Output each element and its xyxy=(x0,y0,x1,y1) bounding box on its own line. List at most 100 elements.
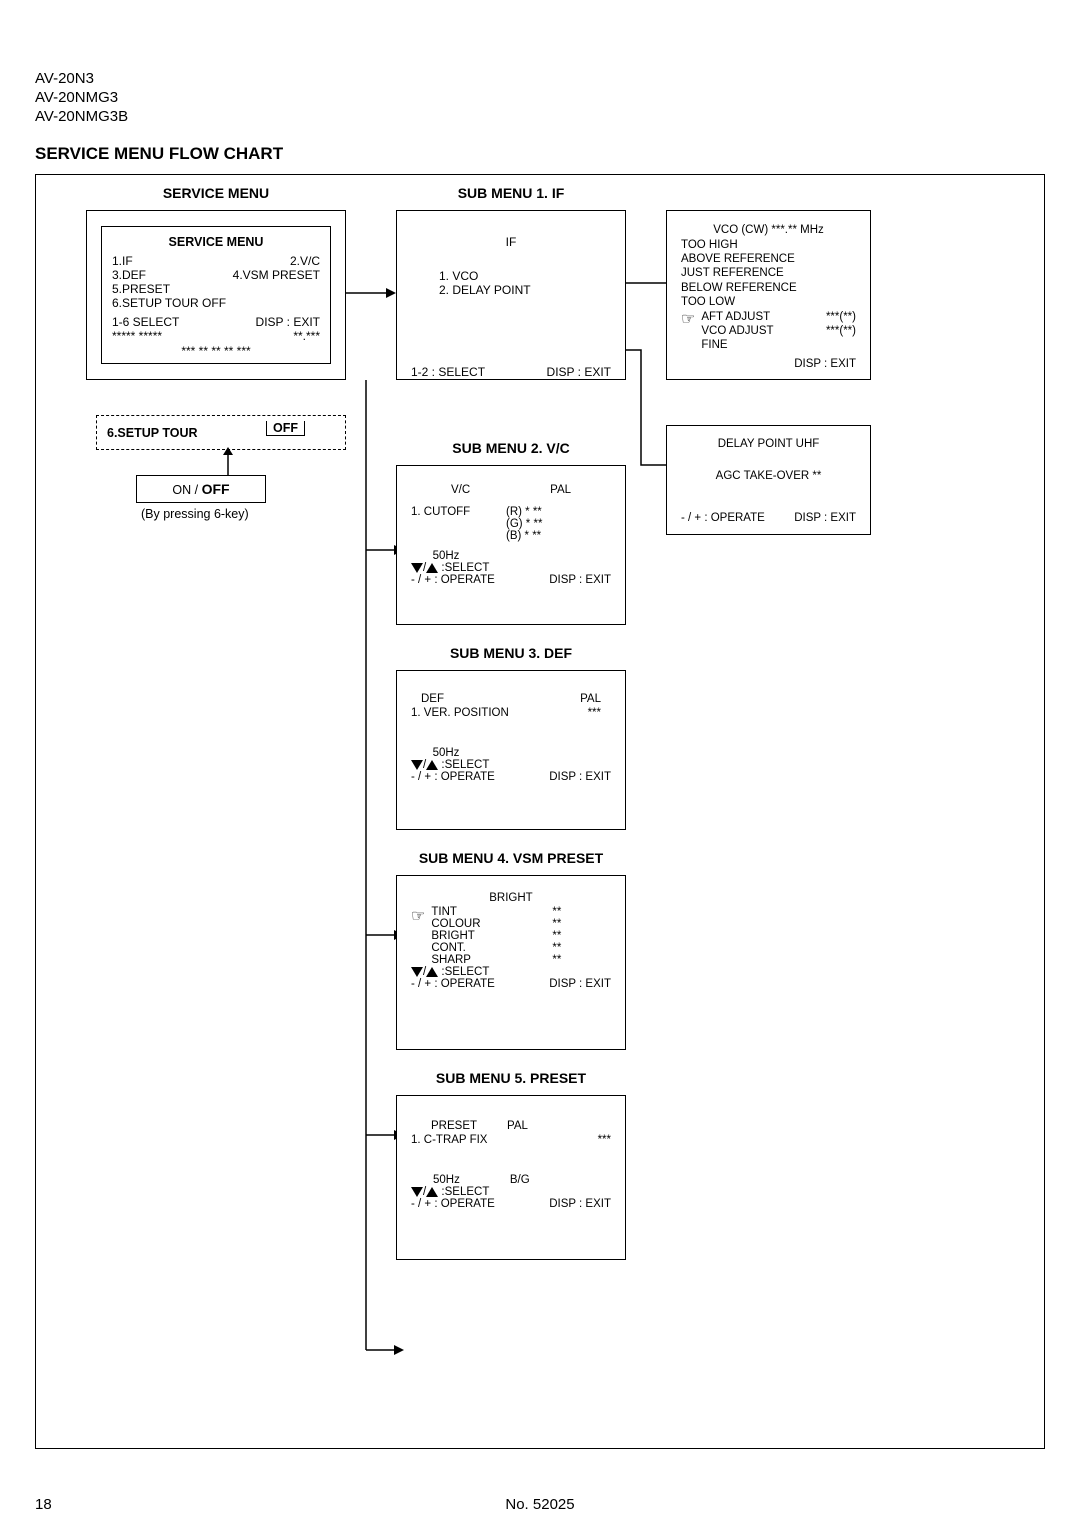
sub2-g: (G) * ** xyxy=(506,518,542,530)
svc-stars-r: **.*** xyxy=(293,330,320,344)
vco-aft: AFT ADJUST xyxy=(701,310,770,324)
sub4-r2-v: ** xyxy=(552,930,561,942)
sub3-op: - / + : OPERATE xyxy=(411,771,495,783)
triangle-down-icon xyxy=(411,967,423,977)
sub5-sel: :SELECT xyxy=(441,1186,489,1198)
sub1-exit: DISP : EXIT xyxy=(547,365,611,379)
service-menu-inner: SERVICE MENU 1.IF 2.V/C 3.DEF 4.VSM PRESET… xyxy=(101,226,331,364)
press-6-key-note: (By pressing 6-key) xyxy=(141,507,249,521)
sub3-hdr-l: DEF xyxy=(421,693,444,705)
delay-l2: AGC TAKE-OVER ** xyxy=(681,470,856,482)
sub4-box: BRIGHT ☞ TINT** COLOUR** BRIGHT** CONT.*… xyxy=(396,875,626,1050)
triangle-down-icon xyxy=(411,563,423,573)
on-off-box: ON / OFF xyxy=(136,475,266,503)
svc-item-4: 4.VSM PRESET xyxy=(233,269,320,283)
sub4-r0-v: ** xyxy=(552,906,561,918)
svc-item-1: 1.IF xyxy=(112,255,133,269)
triangle-up-icon xyxy=(426,1187,438,1197)
triangle-down-icon xyxy=(411,1187,423,1197)
service-menu-box: SERVICE MENU 1.IF 2.V/C 3.DEF 4.VSM PRESET… xyxy=(86,210,346,380)
sub2-item: 1. CUTOFF xyxy=(411,506,506,542)
sub2-hdr-l: V/C xyxy=(451,484,470,496)
delay-box: DELAY POINT UHF AGC TAKE-OVER ** - / + :… xyxy=(666,425,871,535)
sub1-item2: 2. DELAY POINT xyxy=(439,283,611,297)
sub4-r0-l: TINT xyxy=(431,906,457,918)
vco-l4: JUST REFERENCE xyxy=(681,266,856,280)
sub3-exit: DISP : EXIT xyxy=(549,771,611,783)
triangle-down-icon xyxy=(411,760,423,770)
doc-number: No. 52025 xyxy=(0,1496,1080,1513)
svc-item-5: 5.PRESET xyxy=(112,283,170,297)
sub4-r1-v: ** xyxy=(552,918,561,930)
sub3-hz: 50Hz xyxy=(411,747,481,759)
delay-op: - / + : OPERATE xyxy=(681,512,765,524)
sub1-title: SUB MENU 1. IF xyxy=(396,185,626,201)
off-label: OFF xyxy=(202,481,230,497)
svc-item-3: 3.DEF xyxy=(112,269,146,283)
sub2-exit: DISP : EXIT xyxy=(549,574,611,586)
sub5-hdr-l: PRESET xyxy=(431,1120,477,1132)
sub4-op: - / + : OPERATE xyxy=(411,978,495,990)
flow-chart-frame: SERVICE MENU SERVICE MENU 1.IF 2.V/C 3.DE… xyxy=(35,174,1045,1449)
sub3-box: DEFPAL 1. VER. POSITION*** 50Hz / :SELEC… xyxy=(396,670,626,830)
sub3-val: *** xyxy=(588,707,601,719)
sub2-b: (B) * ** xyxy=(506,530,542,542)
sub4-r4-l: SHARP xyxy=(431,954,471,966)
sub5-val: *** xyxy=(598,1134,611,1146)
triangle-up-icon xyxy=(426,760,438,770)
hand-icon: ☞ xyxy=(681,310,695,353)
arrow-up-icon xyxy=(221,447,241,477)
sub2-op: - / + : OPERATE xyxy=(411,574,495,586)
sub4-r3-v: ** xyxy=(552,942,561,954)
sub5-hdr-r: PAL xyxy=(507,1120,528,1132)
sub4-title: SUB MENU 4. VSM PRESET xyxy=(396,850,626,866)
vco-fine: FINE xyxy=(701,338,856,352)
model-1: AV-20N3 xyxy=(35,70,1045,89)
vco-adj-v: ***(**) xyxy=(826,324,856,338)
sub2-sel: :SELECT xyxy=(441,562,489,574)
sub2-hdr-r: PAL xyxy=(550,484,571,496)
vco-exit: DISP : EXIT xyxy=(681,357,856,371)
arrow-right-icon xyxy=(346,285,396,305)
hand-icon: ☞ xyxy=(411,906,425,966)
on-label: ON xyxy=(172,483,191,497)
sub1-hdr: IF xyxy=(411,235,611,249)
sub5-title: SUB MENU 5. PRESET xyxy=(396,1070,626,1086)
setup-tour-off: OFF xyxy=(266,421,305,436)
sub1-select: 1-2 : SELECT xyxy=(411,365,485,379)
sub4-r4-v: ** xyxy=(552,954,561,966)
sub2-hz: 50Hz xyxy=(411,550,481,562)
on-off-sep: / xyxy=(191,483,201,497)
sub5-exit: DISP : EXIT xyxy=(549,1198,611,1210)
sub2-title: SUB MENU 2. V/C xyxy=(396,440,626,456)
model-list: AV-20N3 AV-20NMG3 AV-20NMG3B xyxy=(35,70,1045,126)
sub5-item: 1. C-TRAP FIX xyxy=(411,1134,487,1146)
svc-select: 1-6 SELECT xyxy=(112,316,179,330)
svc-item-2: 2.V/C xyxy=(290,255,320,269)
sub4-sel: :SELECT xyxy=(441,966,489,978)
sub5-op: - / + : OPERATE xyxy=(411,1198,495,1210)
sub3-hdr-r: PAL xyxy=(580,693,601,705)
service-menu-inner-header: SERVICE MENU xyxy=(112,235,320,249)
sub3-item: 1. VER. POSITION xyxy=(411,707,509,719)
sub5-hz: 50Hz xyxy=(433,1174,460,1186)
sub4-exit: DISP : EXIT xyxy=(549,978,611,990)
setup-tour-box: 6.SETUP TOUR OFF xyxy=(96,415,346,450)
svc-exit: DISP : EXIT xyxy=(256,316,320,330)
sub4-hdr: BRIGHT xyxy=(411,892,611,904)
model-3: AV-20NMG3B xyxy=(35,108,1045,127)
vco-box: VCO (CW) ***.** MHz TOO HIGH ABOVE REFER… xyxy=(666,210,871,380)
delay-exit: DISP : EXIT xyxy=(794,512,856,524)
vco-l5: BELOW REFERENCE xyxy=(681,281,856,295)
setup-tour-label: 6.SETUP TOUR xyxy=(107,426,198,440)
vco-l3: ABOVE REFERENCE xyxy=(681,252,856,266)
delay-l1: DELAY POINT UHF xyxy=(681,438,856,450)
sub3-title: SUB MENU 3. DEF xyxy=(396,645,626,661)
sub5-bg: B/G xyxy=(510,1174,530,1186)
sub2-box: V/CPAL 1. CUTOFF (R) * ** (G) * ** (B) *… xyxy=(396,465,626,625)
sub4-r1-l: COLOUR xyxy=(431,918,480,930)
vco-adj: VCO ADJUST xyxy=(701,324,773,338)
vco-l1: VCO (CW) ***.** MHz xyxy=(681,223,856,237)
sub1-item1: 1. VCO xyxy=(439,269,611,283)
sub4-r2-l: BRIGHT xyxy=(431,930,474,942)
